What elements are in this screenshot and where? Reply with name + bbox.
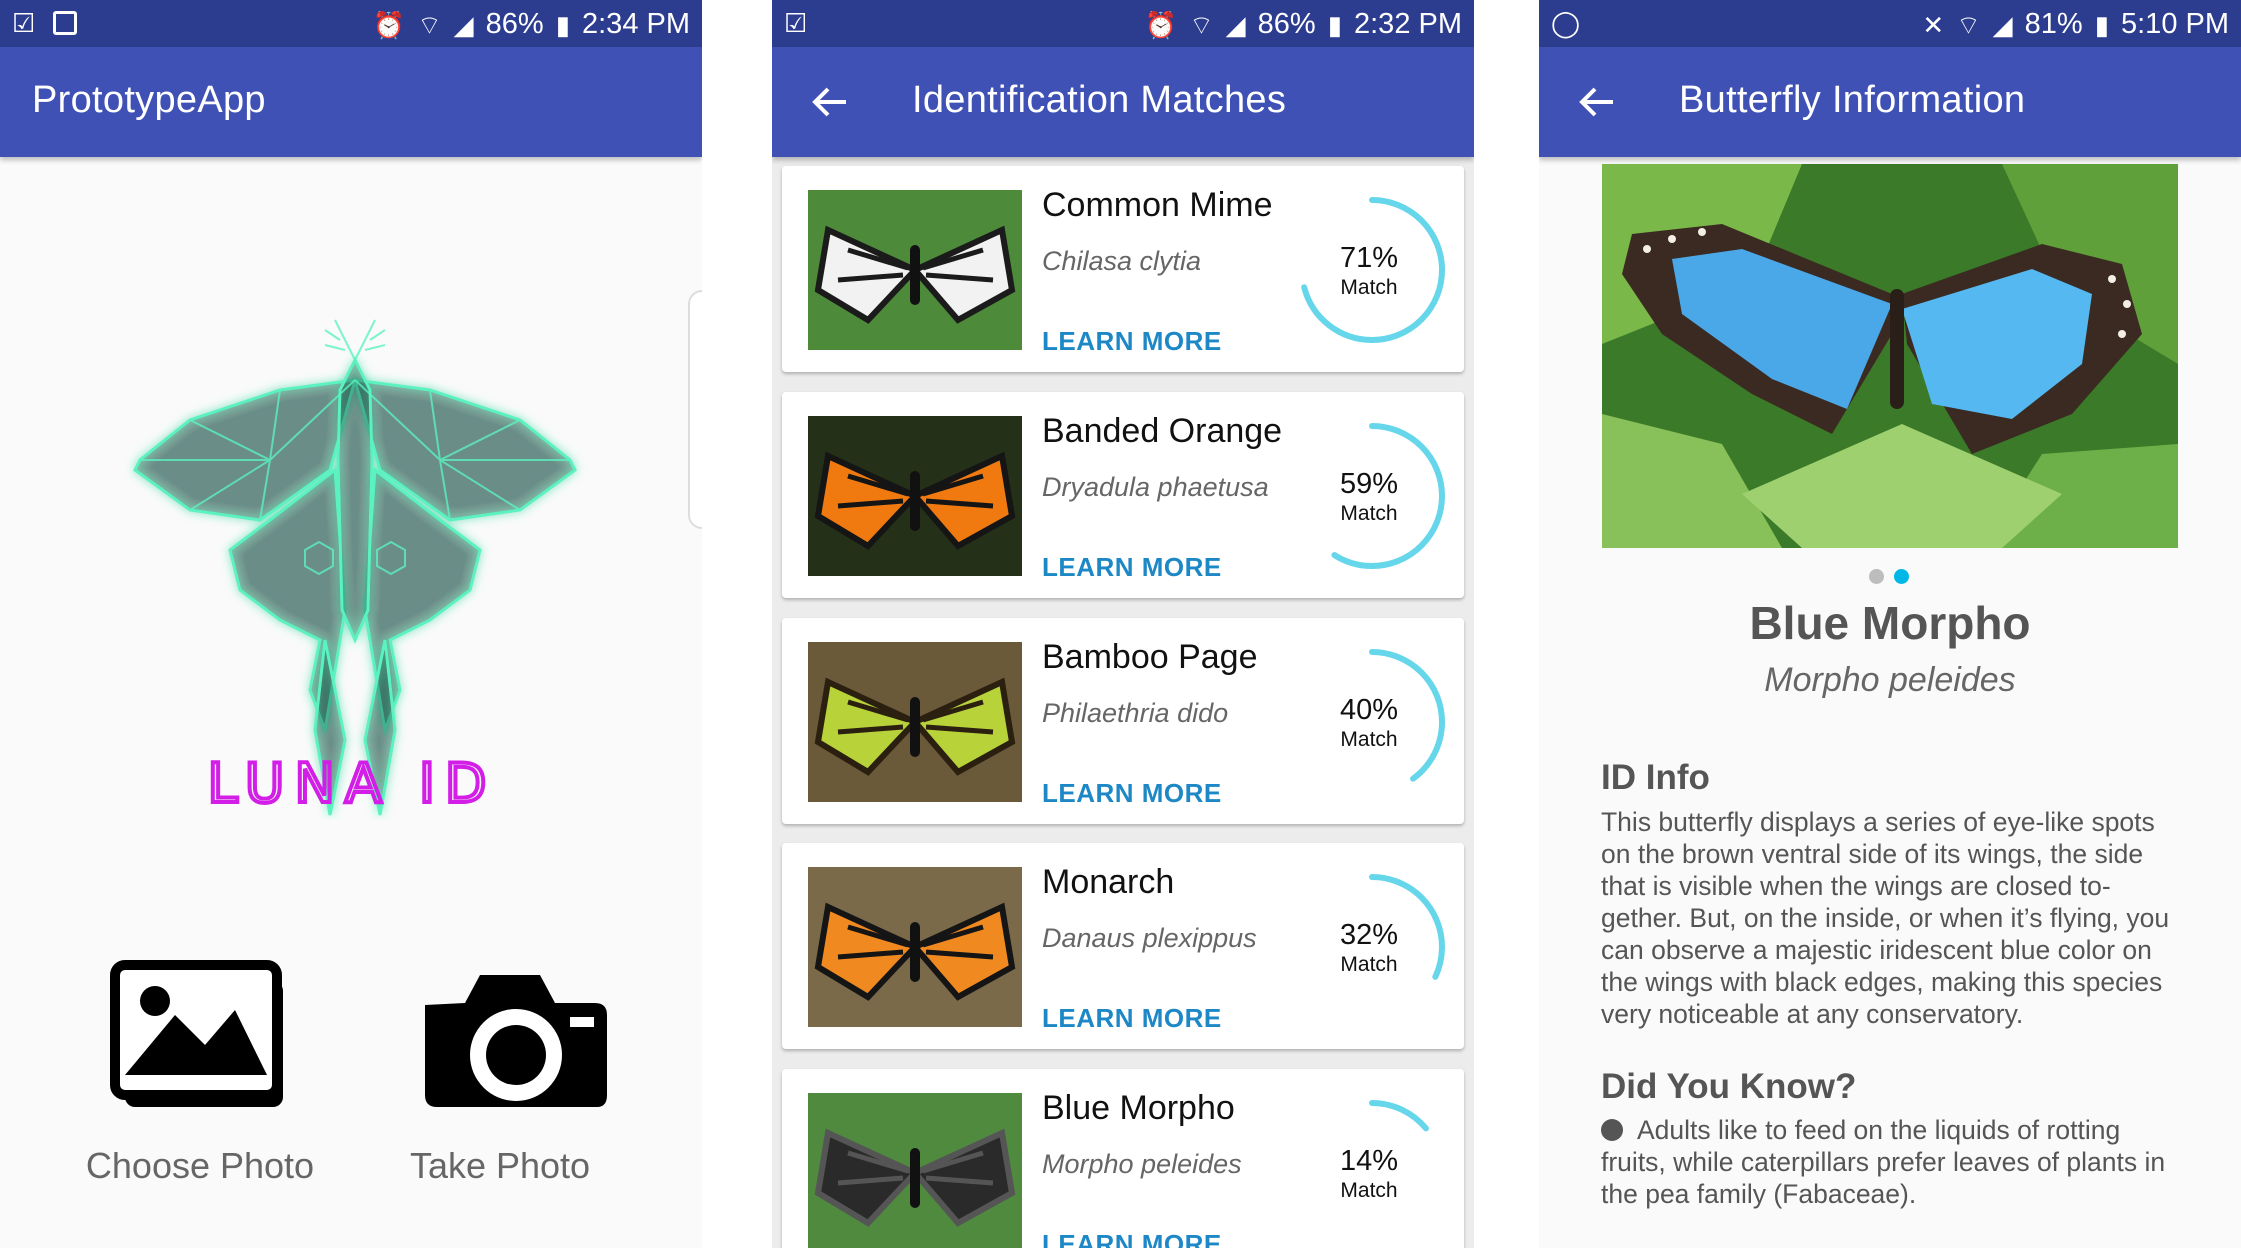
bullet-icon xyxy=(1601,1119,1623,1141)
did-you-know-heading: Did You Know? xyxy=(1601,1067,1857,1106)
scientific-name: Chilasa clytia xyxy=(1042,246,1202,276)
luna-moth-logo xyxy=(120,310,590,820)
status-bar: ☑ ⏰ ⌔ ◢ 86% ▮ 2:32 PM xyxy=(772,0,1474,47)
scientific-name: Danaus plexippus xyxy=(1042,923,1257,953)
whatsapp-icon: ◯ xyxy=(1551,8,1581,38)
battery-icon: ▮ xyxy=(1327,9,1342,40)
battery-percent: 81% xyxy=(2024,8,2083,40)
common-name: Monarch xyxy=(1042,863,1175,901)
scientific-name: Dryadula phaetusa xyxy=(1042,472,1269,502)
butterfly-thumbnail xyxy=(808,1093,1022,1248)
info-screen: ◯ ✕ ⌔ ◢ 81% ▮ 5:10 PM Butterfly Informat… xyxy=(1539,0,2241,1248)
butterfly-thumbnail xyxy=(808,416,1022,576)
home-screen: ☑ ⏰ ⌔ ◢ 86% ▮ 2:34 PM PrototypeApp LUNA … xyxy=(0,0,702,1248)
match-label: Match xyxy=(1340,1179,1398,1202)
clock: 2:32 PM xyxy=(1354,8,1462,40)
scientific-name: Morpho peleides xyxy=(1042,1149,1242,1179)
take-photo-button[interactable]: Take Photo xyxy=(370,945,630,1186)
match-percent: 71% xyxy=(1339,242,1399,274)
luna-id-wordmark: LUNA ID xyxy=(152,750,552,817)
butterfly-thumbnail xyxy=(808,642,1022,802)
fact-text: Adults like to feed on the liquids of ro… xyxy=(1601,1115,2166,1209)
common-name: Banded Orange xyxy=(1042,412,1283,450)
task-notification-icon: ☑ xyxy=(784,8,808,38)
battery-percent: 86% xyxy=(1257,8,1316,40)
butterfly-photo-carousel[interactable] xyxy=(1602,164,2178,548)
match-label: Match xyxy=(1340,728,1398,751)
edge-panel-handle[interactable] xyxy=(688,290,702,529)
butterfly-name: Blue Morpho xyxy=(1749,597,2031,649)
wifi-icon: ⌔ xyxy=(417,9,442,40)
clock: 2:34 PM xyxy=(582,8,690,40)
camera-icon xyxy=(425,975,607,1107)
match-percent: 32% xyxy=(1339,919,1399,951)
common-name: Common Mime xyxy=(1042,186,1273,224)
match-label: Match xyxy=(1340,953,1398,976)
gallery-icon xyxy=(110,960,283,1107)
scientific-name: Philaethria dido xyxy=(1042,698,1229,728)
clock: 5:10 PM xyxy=(2121,8,2229,40)
wifi-icon: ⌔ xyxy=(1189,9,1214,40)
match-card[interactable]: Blue Morpho Morpho peleides LEARN MORE 14% M… xyxy=(782,1069,1464,1248)
learn-more-link[interactable]: LEARN MORE xyxy=(1042,1003,1222,1034)
wifi-icon: ⌔ xyxy=(1956,9,1981,40)
choose-photo-button[interactable]: Choose Photo xyxy=(70,945,330,1186)
carousel-dot-active[interactable] xyxy=(1894,569,1909,584)
screen-title: Identification Matches xyxy=(912,79,1287,121)
alarm-icon: ⏰ xyxy=(372,9,406,40)
learn-more-link[interactable]: LEARN MORE xyxy=(1042,326,1222,357)
app-bar: Butterfly Information xyxy=(1539,47,2241,157)
status-bar: ☑ ⏰ ⌔ ◢ 86% ▮ 2:34 PM xyxy=(0,0,702,47)
signal-icon: ◢ xyxy=(453,9,474,40)
signal-icon: ◢ xyxy=(1225,9,1246,40)
learn-more-link[interactable]: LEARN MORE xyxy=(1042,1229,1222,1248)
luna-id-text: LUNA ID xyxy=(208,752,497,812)
match-card[interactable]: Monarch Danaus plexippus LEARN MORE 32% Matc… xyxy=(782,843,1464,1049)
id-info-text: This butterfly displays a series of eye-… xyxy=(1601,807,2170,1029)
butterfly-thumbnail xyxy=(808,190,1022,350)
screen-title: Butterfly Information xyxy=(1679,79,2026,121)
match-percent: 59% xyxy=(1339,468,1399,500)
signal-icon: ◢ xyxy=(1992,9,2013,40)
alarm-icon: ⏰ xyxy=(1144,9,1178,40)
butterfly-thumbnail xyxy=(808,867,1022,1027)
choose-photo-label: Choose Photo xyxy=(85,1145,315,1186)
app-bar: Identification Matches xyxy=(772,47,1474,157)
common-name: Blue Morpho xyxy=(1042,1089,1235,1127)
battery-percent: 86% xyxy=(485,8,544,40)
mute-icon: ✕ xyxy=(1922,9,1945,40)
back-arrow-icon[interactable] xyxy=(1573,77,1623,127)
learn-more-link[interactable]: LEARN MORE xyxy=(1042,552,1222,583)
battery-icon: ▮ xyxy=(555,9,570,40)
app-title: PrototypeApp xyxy=(32,79,266,121)
common-name: Bamboo Page xyxy=(1042,638,1258,676)
match-label: Match xyxy=(1340,276,1398,299)
match-percent: 40% xyxy=(1339,694,1399,726)
match-percent: 14% xyxy=(1339,1145,1399,1177)
match-card[interactable]: Banded Orange Dryadula phaetusa LEARN MORE… xyxy=(782,392,1464,598)
carousel-dot[interactable] xyxy=(1869,569,1884,584)
match-card[interactable]: Common Mime Chilasa clytia LEARN MORE 71% Ma… xyxy=(782,166,1464,372)
take-photo-label: Take Photo xyxy=(409,1145,591,1186)
status-bar: ◯ ✕ ⌔ ◢ 81% ▮ 5:10 PM xyxy=(1539,0,2241,47)
back-arrow-icon[interactable] xyxy=(806,77,856,127)
butterfly-scientific-name: Morpho peleides xyxy=(1764,661,2016,699)
app-bar: PrototypeApp xyxy=(0,47,702,157)
match-label: Match xyxy=(1340,502,1398,525)
fact-item: Adults like to feed on the liquids of ro… xyxy=(1601,1114,2191,1210)
battery-icon: ▮ xyxy=(2094,9,2109,40)
task-notification-icon: ☑ xyxy=(12,8,36,38)
match-card[interactable]: Bamboo Page Philaethria dido LEARN MORE 40%… xyxy=(782,618,1464,824)
id-info-heading: ID Info xyxy=(1601,758,1710,797)
matches-screen: ☑ ⏰ ⌔ ◢ 86% ▮ 2:32 PM Identification Mat… xyxy=(772,0,1474,1248)
learn-more-link[interactable]: LEARN MORE xyxy=(1042,778,1222,809)
carousel-indicator[interactable] xyxy=(1869,569,1909,584)
image-notification-icon xyxy=(53,11,78,35)
